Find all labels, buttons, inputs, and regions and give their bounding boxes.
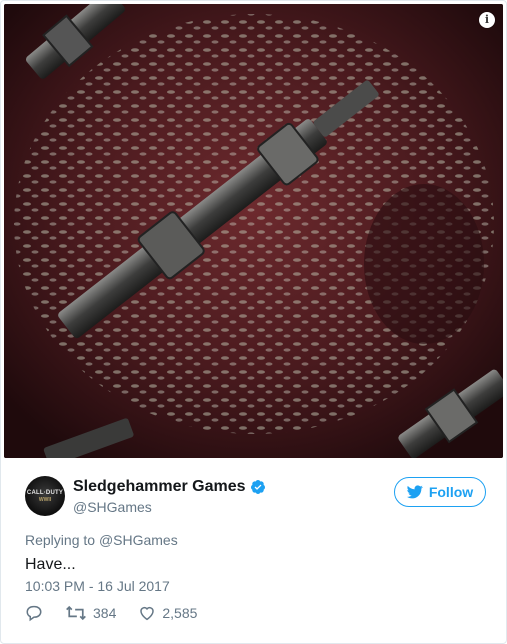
author-display-name[interactable]: Sledgehammer Games bbox=[73, 478, 246, 496]
retweet-count: 384 bbox=[93, 605, 117, 621]
reply-action[interactable] bbox=[25, 604, 43, 622]
tweet-text: Have... bbox=[25, 556, 76, 573]
replying-to-line: Replying to @SHGames bbox=[25, 532, 178, 548]
like-count: 2,585 bbox=[162, 605, 198, 621]
tweet-header: CALL·DUTY WWII Sledgehammer Games @SHGam… bbox=[25, 474, 486, 522]
avatar-logo-subtext: WWII bbox=[38, 496, 52, 503]
avatar-logo-text: CALL·DUTY bbox=[26, 489, 64, 496]
avatar[interactable]: CALL·DUTY WWII bbox=[25, 476, 65, 516]
retweet-icon bbox=[66, 605, 86, 621]
replying-to-mention[interactable]: @SHGames bbox=[99, 532, 178, 548]
tweet-media-image[interactable]: i bbox=[4, 4, 503, 458]
author-display-name-row[interactable]: Sledgehammer Games bbox=[73, 478, 266, 496]
media-artwork bbox=[4, 4, 503, 458]
author-names: Sledgehammer Games @SHGames bbox=[73, 478, 266, 515]
author-handle[interactable]: @SHGames bbox=[73, 499, 266, 515]
tweet-timestamp[interactable]: 10:03 PM - 16 Jul 2017 bbox=[25, 578, 170, 594]
tweet-card: i CALL·DUTY WWII Sledgehammer Games @SHG… bbox=[0, 0, 507, 644]
reply-icon bbox=[26, 605, 42, 622]
bird-icon bbox=[406, 485, 423, 499]
like-action[interactable]: 2,585 bbox=[138, 604, 197, 622]
follow-button[interactable]: Follow bbox=[394, 477, 486, 507]
retweet-action[interactable]: 384 bbox=[65, 604, 116, 622]
verified-badge-icon bbox=[250, 480, 265, 494]
follow-button-label: Follow bbox=[428, 484, 474, 500]
tweet-actions: 384 2,585 bbox=[25, 604, 219, 622]
info-icon[interactable]: i bbox=[479, 12, 495, 28]
heart-icon bbox=[140, 606, 155, 621]
replying-to-prefix: Replying to bbox=[25, 532, 99, 548]
